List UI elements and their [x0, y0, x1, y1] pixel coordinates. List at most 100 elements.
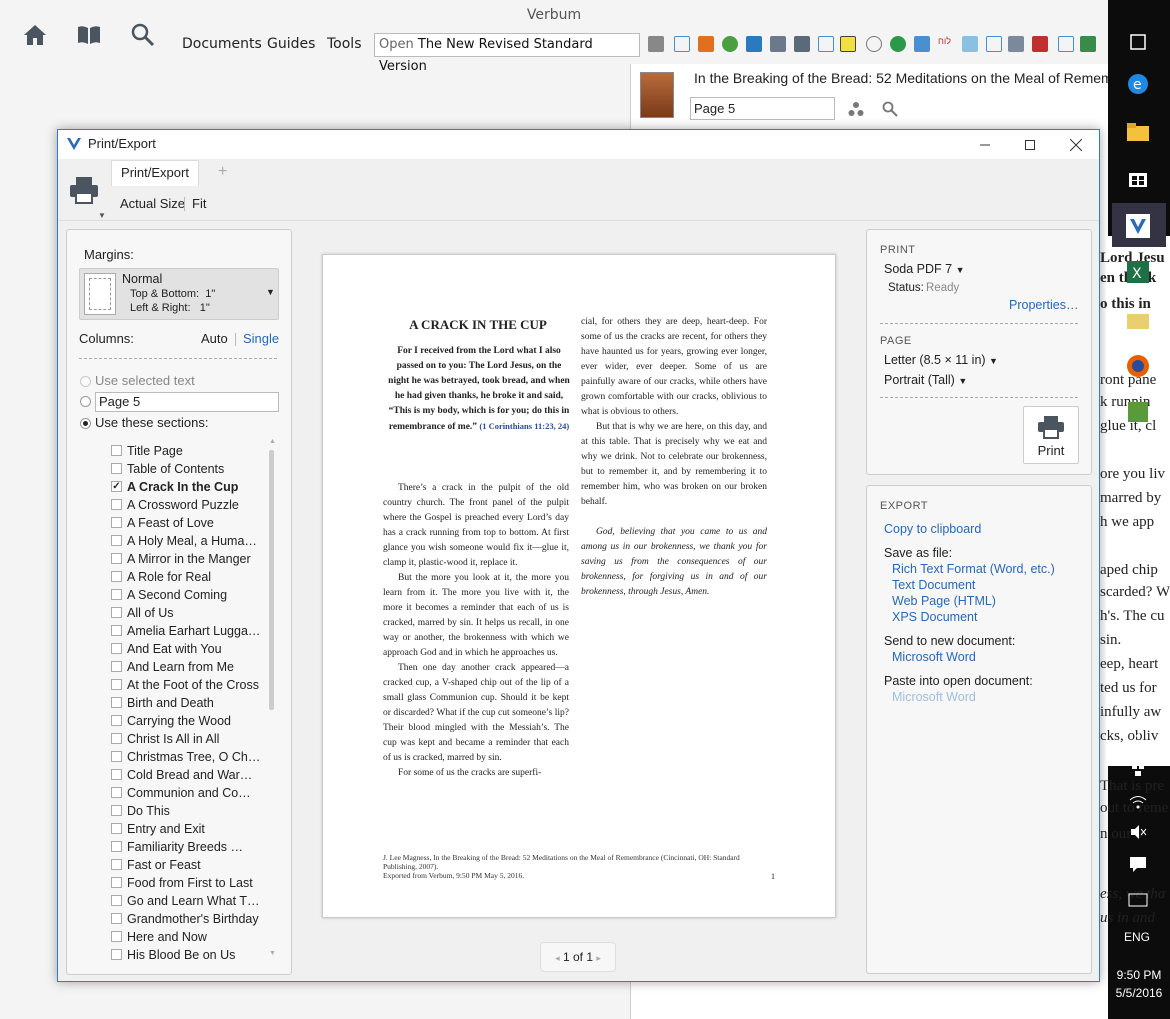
close-x-icon[interactable] — [648, 36, 664, 52]
printer-select[interactable]: Soda PDF 7 ▼ — [884, 262, 965, 276]
add-tab-button[interactable]: + — [218, 163, 227, 181]
checkbox[interactable] — [111, 895, 122, 906]
search-icon[interactable] — [882, 101, 898, 117]
copy-clipboard-link[interactable]: Copy to clipboard — [884, 522, 981, 536]
checkbox[interactable] — [111, 679, 122, 690]
share-icon[interactable] — [914, 36, 930, 52]
section-item[interactable]: All of Us — [111, 604, 261, 622]
checkbox[interactable] — [111, 445, 122, 456]
section-item[interactable]: Here and Now — [111, 928, 261, 946]
checkbox[interactable] — [111, 913, 122, 924]
section-item[interactable]: A Second Coming — [111, 586, 261, 604]
section-item[interactable]: Familiarity Breeds … — [111, 838, 261, 856]
section-item[interactable]: His Blood Be on Us — [111, 946, 261, 964]
volume-muted-icon[interactable] — [1124, 818, 1152, 846]
people-icon[interactable] — [848, 101, 864, 117]
checkbox[interactable] — [111, 607, 122, 618]
section-item[interactable]: And Learn from Me — [111, 658, 261, 676]
minimize-button[interactable] — [962, 130, 1008, 159]
checkbox[interactable] — [111, 625, 122, 636]
clock[interactable]: 9:50 PM 5/5/2016 — [1108, 966, 1170, 1002]
checkbox[interactable] — [111, 571, 122, 582]
external-link-icon[interactable] — [1058, 36, 1074, 52]
wifi-icon[interactable] — [1124, 788, 1152, 816]
section-item[interactable]: Grandmother's Birthday — [111, 910, 261, 928]
menu-documents[interactable]: Documents — [182, 36, 262, 52]
checkbox[interactable] — [111, 787, 122, 798]
store-icon[interactable] — [1124, 164, 1152, 192]
scroll-down-icon[interactable]: ▼ — [269, 950, 276, 957]
command-box[interactable]: Open The New Revised Standard Version — [374, 33, 640, 74]
tab-print-export[interactable]: Print/Export — [111, 160, 199, 186]
export-xps-link[interactable]: XPS Document — [892, 610, 977, 624]
highlight-icon[interactable] — [840, 36, 856, 52]
section-item[interactable]: Christmas Tree, O Chri… — [111, 748, 261, 766]
columns-single[interactable]: Single — [243, 331, 279, 346]
checkbox-checked[interactable]: ✓ — [111, 481, 122, 492]
export-html-link[interactable]: Web Page (HTML) — [892, 594, 996, 608]
orientation-select[interactable]: Portrait (Tall) ▼ — [884, 373, 967, 387]
checkbox[interactable] — [111, 751, 122, 762]
network-icon[interactable] — [866, 36, 882, 52]
checkbox[interactable] — [111, 553, 122, 564]
action-center-icon[interactable] — [1124, 850, 1152, 878]
scrollbar-thumb[interactable] — [269, 450, 274, 710]
checkbox[interactable] — [111, 499, 122, 510]
section-item[interactable]: A Holy Meal, a Human… — [111, 532, 261, 550]
section-item[interactable]: Communion and Com… — [111, 784, 261, 802]
close-button[interactable] — [1053, 130, 1099, 159]
checkbox[interactable] — [111, 463, 122, 474]
firefox-icon[interactable] — [1124, 352, 1152, 380]
section-item[interactable]: Entry and Exit — [111, 820, 261, 838]
checkbox[interactable] — [111, 823, 122, 834]
epigraph-ref-link[interactable]: (1 Corinthians 11:23, 24) — [479, 421, 569, 431]
export-text-link[interactable]: Text Document — [892, 578, 975, 592]
document-icon[interactable] — [794, 36, 810, 52]
dropbox-icon[interactable] — [1124, 756, 1152, 784]
book-panel-title[interactable]: In the Breaking of the Bread: 52 Meditat… — [694, 70, 1156, 86]
maximize-button[interactable] — [1007, 130, 1053, 159]
keyboard-icon[interactable] — [1124, 886, 1152, 914]
library-book-icon[interactable] — [74, 20, 104, 50]
next-page-icon[interactable]: ▸ — [596, 953, 601, 963]
section-item[interactable]: ✓ A Crack In the Cup — [111, 478, 261, 496]
leaf-icon[interactable] — [722, 36, 738, 52]
menu-guides[interactable]: Guides — [267, 36, 315, 52]
folder-icon[interactable] — [1124, 306, 1152, 334]
checkbox[interactable] — [111, 535, 122, 546]
checkbox[interactable] — [111, 949, 122, 960]
section-item[interactable]: Amelia Earhart Luggage — [111, 622, 261, 640]
chevron-left-icon[interactable]: ‹ — [1124, 722, 1152, 750]
page-range-input[interactable]: Page 5 — [95, 392, 279, 412]
checkbox[interactable] — [111, 517, 122, 528]
actual-size-button[interactable]: Actual Size — [120, 196, 185, 211]
grid-icon[interactable] — [1008, 36, 1024, 52]
radio-selected-text[interactable] — [80, 376, 91, 387]
section-item[interactable]: Fast or Feast — [111, 856, 261, 874]
section-item[interactable]: A Crossword Puzzle — [111, 496, 261, 514]
section-item[interactable]: Cold Bread and Warm… — [111, 766, 261, 784]
map-icon[interactable] — [962, 36, 978, 52]
cursor-icon[interactable] — [770, 36, 786, 52]
task-view-icon[interactable] — [1124, 28, 1152, 56]
checkbox[interactable] — [111, 643, 122, 654]
checkbox[interactable] — [111, 805, 122, 816]
section-item[interactable]: Food from First to Last — [111, 874, 261, 892]
section-item[interactable]: A Mirror in the Manger — [111, 550, 261, 568]
paper-select[interactable]: Letter (8.5 × 11 in) ▼ — [884, 353, 998, 367]
home-icon[interactable] — [20, 20, 50, 50]
book-cover-thumbnail[interactable] — [640, 72, 674, 118]
send-word-link[interactable]: Microsoft Word — [892, 650, 976, 664]
section-item[interactable]: Title Page — [111, 442, 261, 460]
book-page-field[interactable]: Page 5 — [690, 97, 835, 120]
checkbox[interactable] — [111, 931, 122, 942]
radio-sections[interactable] — [80, 418, 91, 429]
dialog-titlebar[interactable]: Print/Export — [58, 130, 1099, 159]
image-viewer-icon[interactable] — [1124, 398, 1152, 426]
scroll-up-icon[interactable]: ▲ — [269, 438, 276, 445]
checkbox[interactable] — [111, 877, 122, 888]
columns-auto[interactable]: Auto — [201, 331, 228, 346]
external-link-icon[interactable] — [986, 36, 1002, 52]
properties-link[interactable]: Properties… — [1009, 298, 1078, 312]
section-item[interactable]: Table of Contents — [111, 460, 261, 478]
